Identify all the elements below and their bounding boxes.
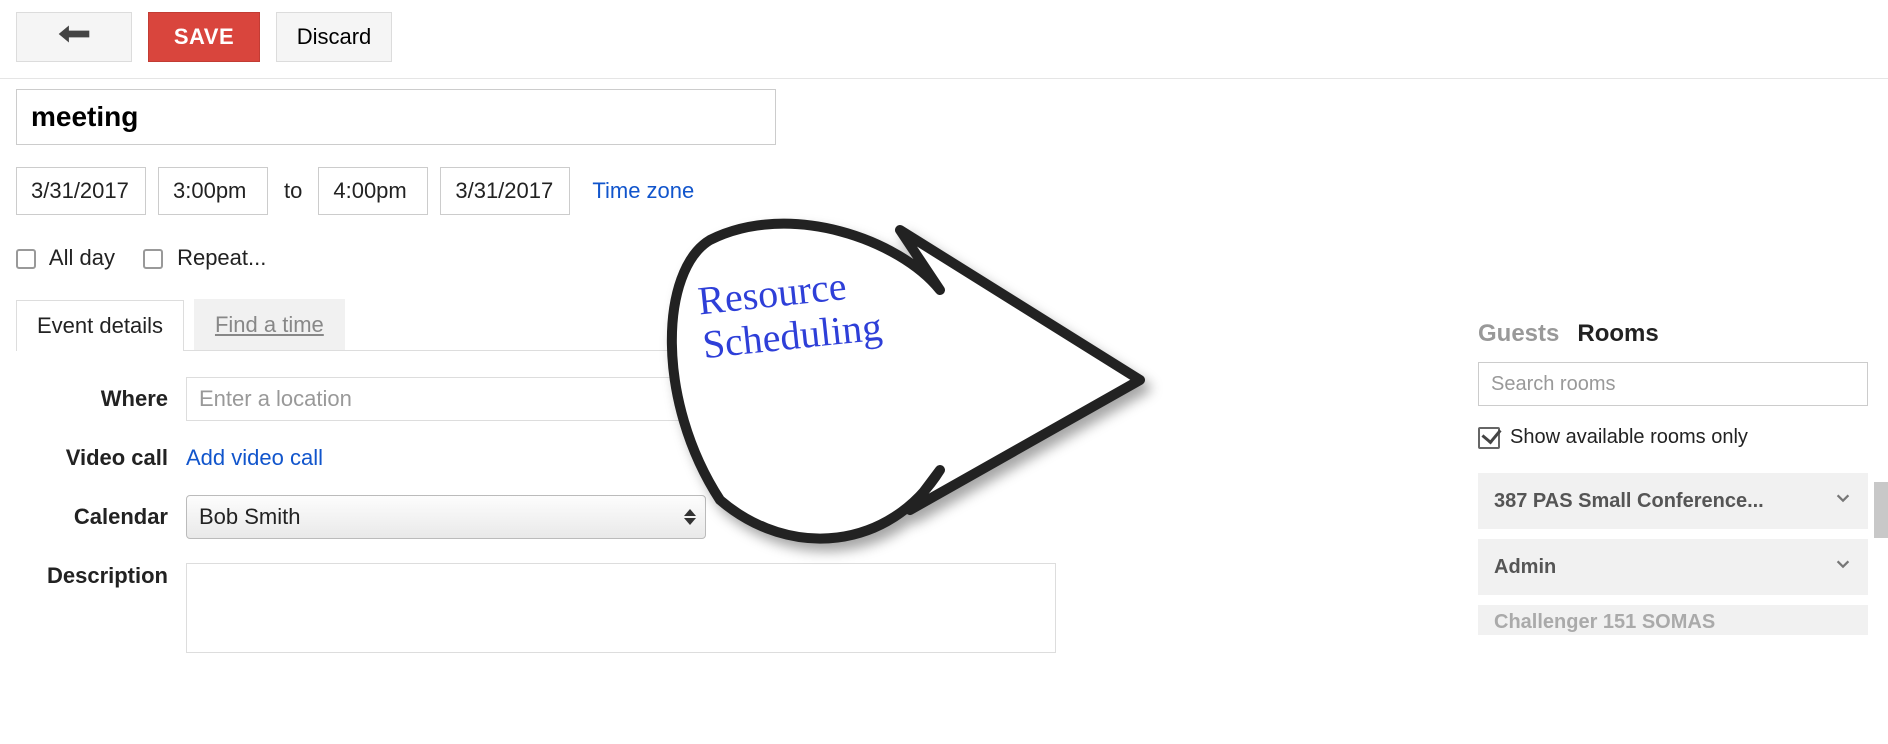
room-item[interactable]: 387 PAS Small Conference... [1478, 473, 1868, 529]
calendar-selected-value: Bob Smith [199, 504, 301, 530]
room-name: Admin [1494, 556, 1556, 579]
available-only-checkbox[interactable] [1478, 427, 1500, 449]
where-label: Where [16, 386, 186, 412]
scrollbar-thumb[interactable] [1874, 482, 1888, 538]
rooms-tab[interactable]: Rooms [1577, 320, 1658, 348]
video-call-label: Video call [16, 445, 186, 471]
top-toolbar: SAVE Discard [0, 0, 1888, 79]
calendar-select[interactable]: Bob Smith [186, 495, 706, 539]
checkbox-icon [143, 249, 163, 269]
guests-tab[interactable]: Guests [1478, 320, 1559, 348]
all-day-label: All day [49, 245, 115, 270]
details-section: Where Video call Add video call Calendar… [16, 377, 1064, 653]
rooms-panel: Guests Rooms Show available rooms only 3… [1478, 320, 1868, 645]
back-button[interactable] [16, 12, 132, 62]
event-title-input[interactable] [16, 89, 776, 145]
search-rooms-input[interactable] [1478, 362, 1868, 406]
options-row: All day Repeat... [16, 245, 1064, 271]
checkbox-icon [16, 249, 36, 269]
tab-find-a-time[interactable]: Find a time [194, 299, 345, 350]
select-arrows-icon [684, 509, 696, 525]
start-date-input[interactable]: 3/31/2017 [16, 167, 146, 215]
description-textarea[interactable] [186, 563, 1056, 653]
room-list: 387 PAS Small Conference... Admin Challe… [1478, 473, 1868, 635]
discard-button[interactable]: Discard [276, 12, 392, 62]
add-video-call-link[interactable]: Add video call [186, 445, 323, 471]
where-input[interactable] [186, 377, 1056, 421]
all-day-option[interactable]: All day [16, 245, 115, 271]
to-label: to [280, 178, 306, 204]
save-button[interactable]: SAVE [148, 12, 260, 62]
time-row: 3/31/2017 3:00pm to 4:00pm 3/31/2017 Tim… [16, 167, 1064, 215]
calendar-label: Calendar [16, 504, 186, 530]
room-name: Challenger 151 SOMAS [1494, 611, 1715, 634]
timezone-link[interactable]: Time zone [592, 178, 694, 204]
end-date-input[interactable]: 3/31/2017 [440, 167, 570, 215]
tab-event-details[interactable]: Event details [16, 300, 184, 351]
detail-tabs: Event details Find a time [16, 299, 1064, 351]
available-only-label: Show available rooms only [1510, 426, 1748, 449]
end-time-input[interactable]: 4:00pm [318, 167, 428, 215]
chevron-down-icon [1834, 489, 1852, 513]
back-arrow-icon [57, 22, 91, 52]
repeat-option[interactable]: Repeat... [143, 245, 266, 271]
room-item[interactable]: Challenger 151 SOMAS [1478, 605, 1868, 635]
repeat-label: Repeat... [177, 245, 266, 270]
event-form: 3/31/2017 3:00pm to 4:00pm 3/31/2017 Tim… [0, 79, 1080, 653]
room-name: 387 PAS Small Conference... [1494, 490, 1764, 513]
description-label: Description [16, 563, 186, 589]
room-item[interactable]: Admin [1478, 539, 1868, 595]
chevron-down-icon [1834, 555, 1852, 579]
start-time-input[interactable]: 3:00pm [158, 167, 268, 215]
